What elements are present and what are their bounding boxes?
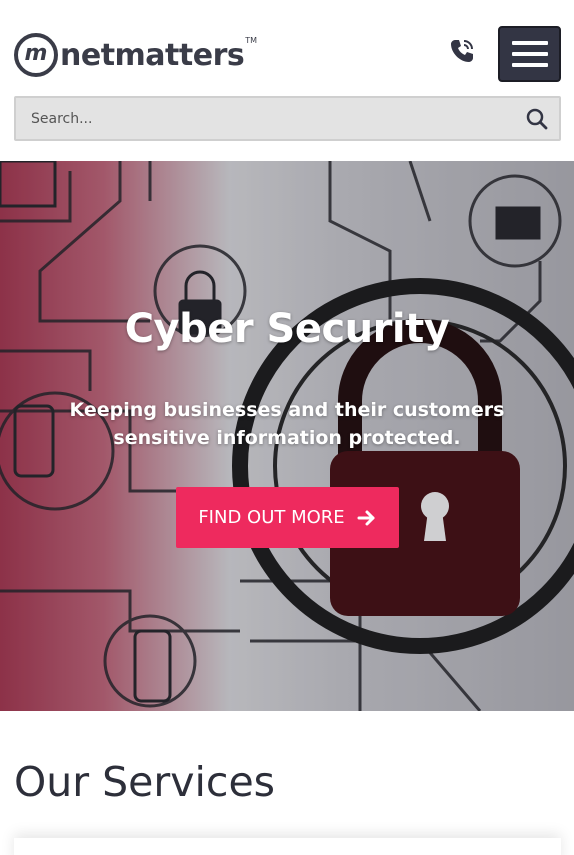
arrow-right-icon (357, 509, 377, 527)
menu-button[interactable] (498, 26, 561, 82)
logo-mark: m (14, 33, 58, 77)
hero-title: Cyber Security (124, 306, 450, 352)
search-icon[interactable] (515, 98, 559, 139)
hamburger-menu-icon (511, 41, 548, 45)
service-card[interactable] (14, 838, 561, 855)
search-bar (14, 96, 561, 141)
logo-trademark: TM (245, 36, 258, 45)
our-services-heading: Our Services (14, 758, 276, 806)
cta-label: FIND OUT MORE (198, 507, 345, 528)
site-header: m netmatters TM (0, 0, 574, 161)
phone-icon[interactable] (446, 36, 478, 66)
hero-subtitle: Keeping businesses and their customers s… (69, 399, 505, 449)
hero-banner: Cyber Security Keeping businesses and th… (0, 161, 574, 711)
logo-text: netmatters (60, 37, 245, 73)
search-input[interactable] (16, 98, 515, 139)
netmatters-logo[interactable]: m netmatters TM (14, 30, 257, 80)
find-out-more-button[interactable]: FIND OUT MORE (176, 487, 399, 548)
